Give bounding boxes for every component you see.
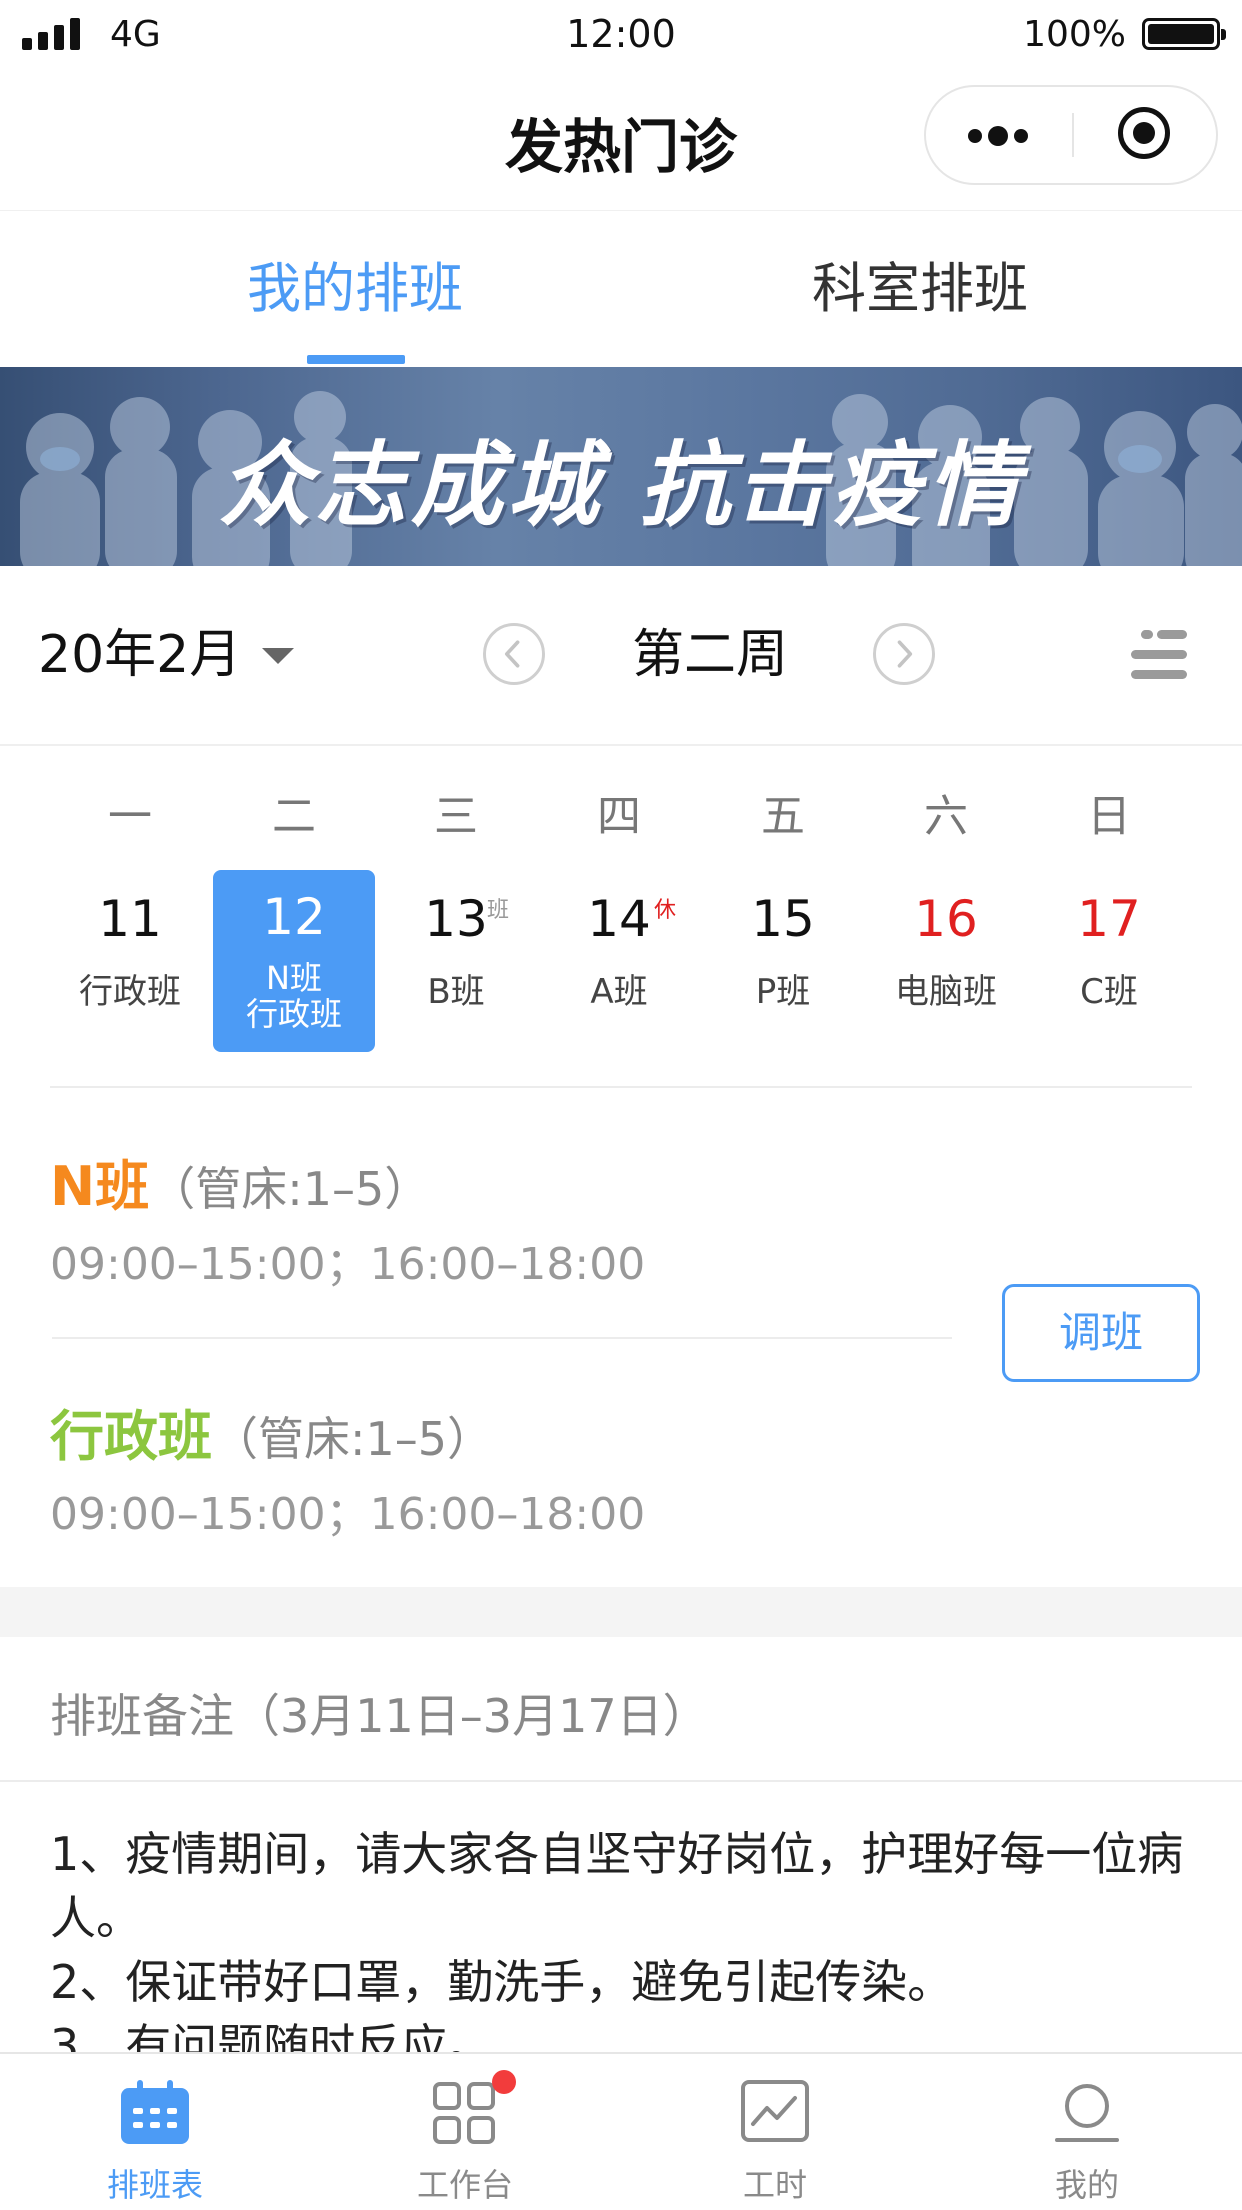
calendar-icon [121, 2080, 189, 2144]
tab-department-schedule[interactable]: 科室排班 [620, 211, 1220, 367]
caret-down-icon[interactable] [262, 648, 294, 664]
carrier-label: 4G [110, 14, 161, 55]
weekday-sat: 六 [924, 791, 968, 842]
bottom-tab-bar: 排班表 工作台 工时 我的 [0, 2052, 1242, 2210]
weekday-wed: 三 [434, 791, 478, 842]
weekday-sun: 日 [1087, 791, 1131, 842]
signal-icon [22, 18, 80, 50]
banner: 众志成城 抗击疫情 [0, 367, 1242, 566]
shift-tag: 班 [487, 898, 510, 923]
divider [50, 1086, 1192, 1088]
divider [0, 1780, 1242, 1782]
tabbar-item-hours[interactable]: 工时 [620, 2054, 930, 2210]
day-number: 12 [262, 888, 326, 946]
day-cell-13[interactable]: 13 班 B班 [375, 870, 537, 1052]
day-cell-16[interactable]: 16 电脑班 [865, 870, 1027, 1052]
active-tab-indicator [307, 355, 405, 364]
note-line: 1、疫情期间，请大家各自坚守好岗位，护理好每一位病 [50, 1827, 1184, 1881]
note-line: 人。 [50, 1891, 142, 1945]
more-icon[interactable] [926, 87, 1072, 183]
menu-icon[interactable] [1131, 630, 1187, 680]
month-picker[interactable]: 20年2月 [38, 566, 241, 744]
day-shift: P班 [755, 972, 811, 1012]
banner-slogan: 众志成城 抗击疫情 [218, 432, 1024, 539]
notes-title: 排班备注（3月11日–3月17日） [50, 1689, 709, 1743]
shift-name: N班 [50, 1155, 150, 1218]
tabbar-item-schedule[interactable]: 排班表 [0, 2054, 310, 2210]
day-shift: C班 [1080, 972, 1138, 1012]
day-cell-15[interactable]: 15 P班 [702, 870, 864, 1052]
user-icon [1055, 2084, 1119, 2142]
notification-badge [492, 2070, 516, 2094]
current-week: 第二周 [631, 625, 788, 685]
day-shift-primary: N班 [266, 959, 322, 997]
week-toolbar: 20年2月 第二周 [0, 566, 1242, 746]
adjust-shift-button[interactable]: 调班 [1002, 1284, 1200, 1382]
weekday-mon: 一 [108, 791, 152, 842]
tabbar-label: 工作台 [416, 2166, 513, 2204]
day-number: 15 [751, 890, 815, 948]
tabbar-item-workbench[interactable]: 工作台 [310, 2054, 620, 2210]
shift-detail-n: N班（管床:1–5） [50, 1142, 430, 1221]
tabbar-item-me[interactable]: 我的 [932, 2054, 1242, 2210]
weekday-thu: 四 [597, 791, 641, 842]
tabbar-label: 排班表 [106, 2166, 203, 2204]
schedule-tabs: 我的排班 科室排班 [0, 210, 1242, 367]
weekday-fri: 五 [761, 791, 805, 842]
shift-time: 09:00–15:00；16:00–18:00 [50, 1239, 646, 1290]
close-icon[interactable] [1074, 87, 1218, 183]
day-shift-secondary: 行政班 [245, 995, 342, 1033]
tab-my-schedule[interactable]: 我的排班 [45, 211, 665, 367]
shift-bed-range: （管床:1–5） [149, 1162, 431, 1216]
day-shift: B班 [427, 972, 485, 1012]
previous-week-icon[interactable] [483, 623, 545, 685]
divider [52, 1337, 952, 1339]
day-number: 16 [914, 890, 978, 948]
shift-time: 09:00–15:00；16:00–18:00 [50, 1489, 646, 1540]
day-cell-17[interactable]: 17 C班 [1028, 870, 1190, 1052]
day-shift: N班 行政班 [213, 960, 375, 1032]
shift-bed-range: （管床:1–5） [212, 1412, 494, 1466]
day-cell-14[interactable]: 14 休 A班 [538, 870, 700, 1052]
next-week-icon[interactable] [873, 623, 935, 685]
section-separator [0, 1587, 1242, 1637]
weekday-tue: 二 [272, 791, 316, 842]
battery-percent: 100% [1023, 14, 1126, 55]
note-line: 2、保证带好口罩，勤洗手，避免引起传染。 [50, 1955, 954, 2009]
status-bar: 4G 12:00 100% [0, 0, 1242, 72]
day-cell-12[interactable]: 12 N班 行政班 [213, 870, 375, 1052]
day-shift: 电脑班 [895, 972, 997, 1012]
mini-program-capsule [924, 85, 1218, 185]
day-number: 11 [98, 890, 162, 948]
chart-icon [741, 2080, 809, 2142]
rest-tag: 休 [654, 898, 677, 923]
day-shift: 行政班 [79, 972, 181, 1012]
shift-name: 行政班 [50, 1405, 212, 1468]
grid-icon [433, 2082, 495, 2144]
tabbar-label: 我的 [1054, 2166, 1119, 2204]
day-number: 13 [424, 890, 488, 948]
day-cell-11[interactable]: 11 行政班 [49, 870, 211, 1052]
day-shift: A班 [590, 972, 648, 1012]
tabbar-label: 工时 [742, 2166, 807, 2204]
shift-detail-admin: 行政班（管床:1–5） [50, 1392, 493, 1471]
battery-icon [1142, 18, 1226, 50]
day-number: 17 [1077, 890, 1141, 948]
